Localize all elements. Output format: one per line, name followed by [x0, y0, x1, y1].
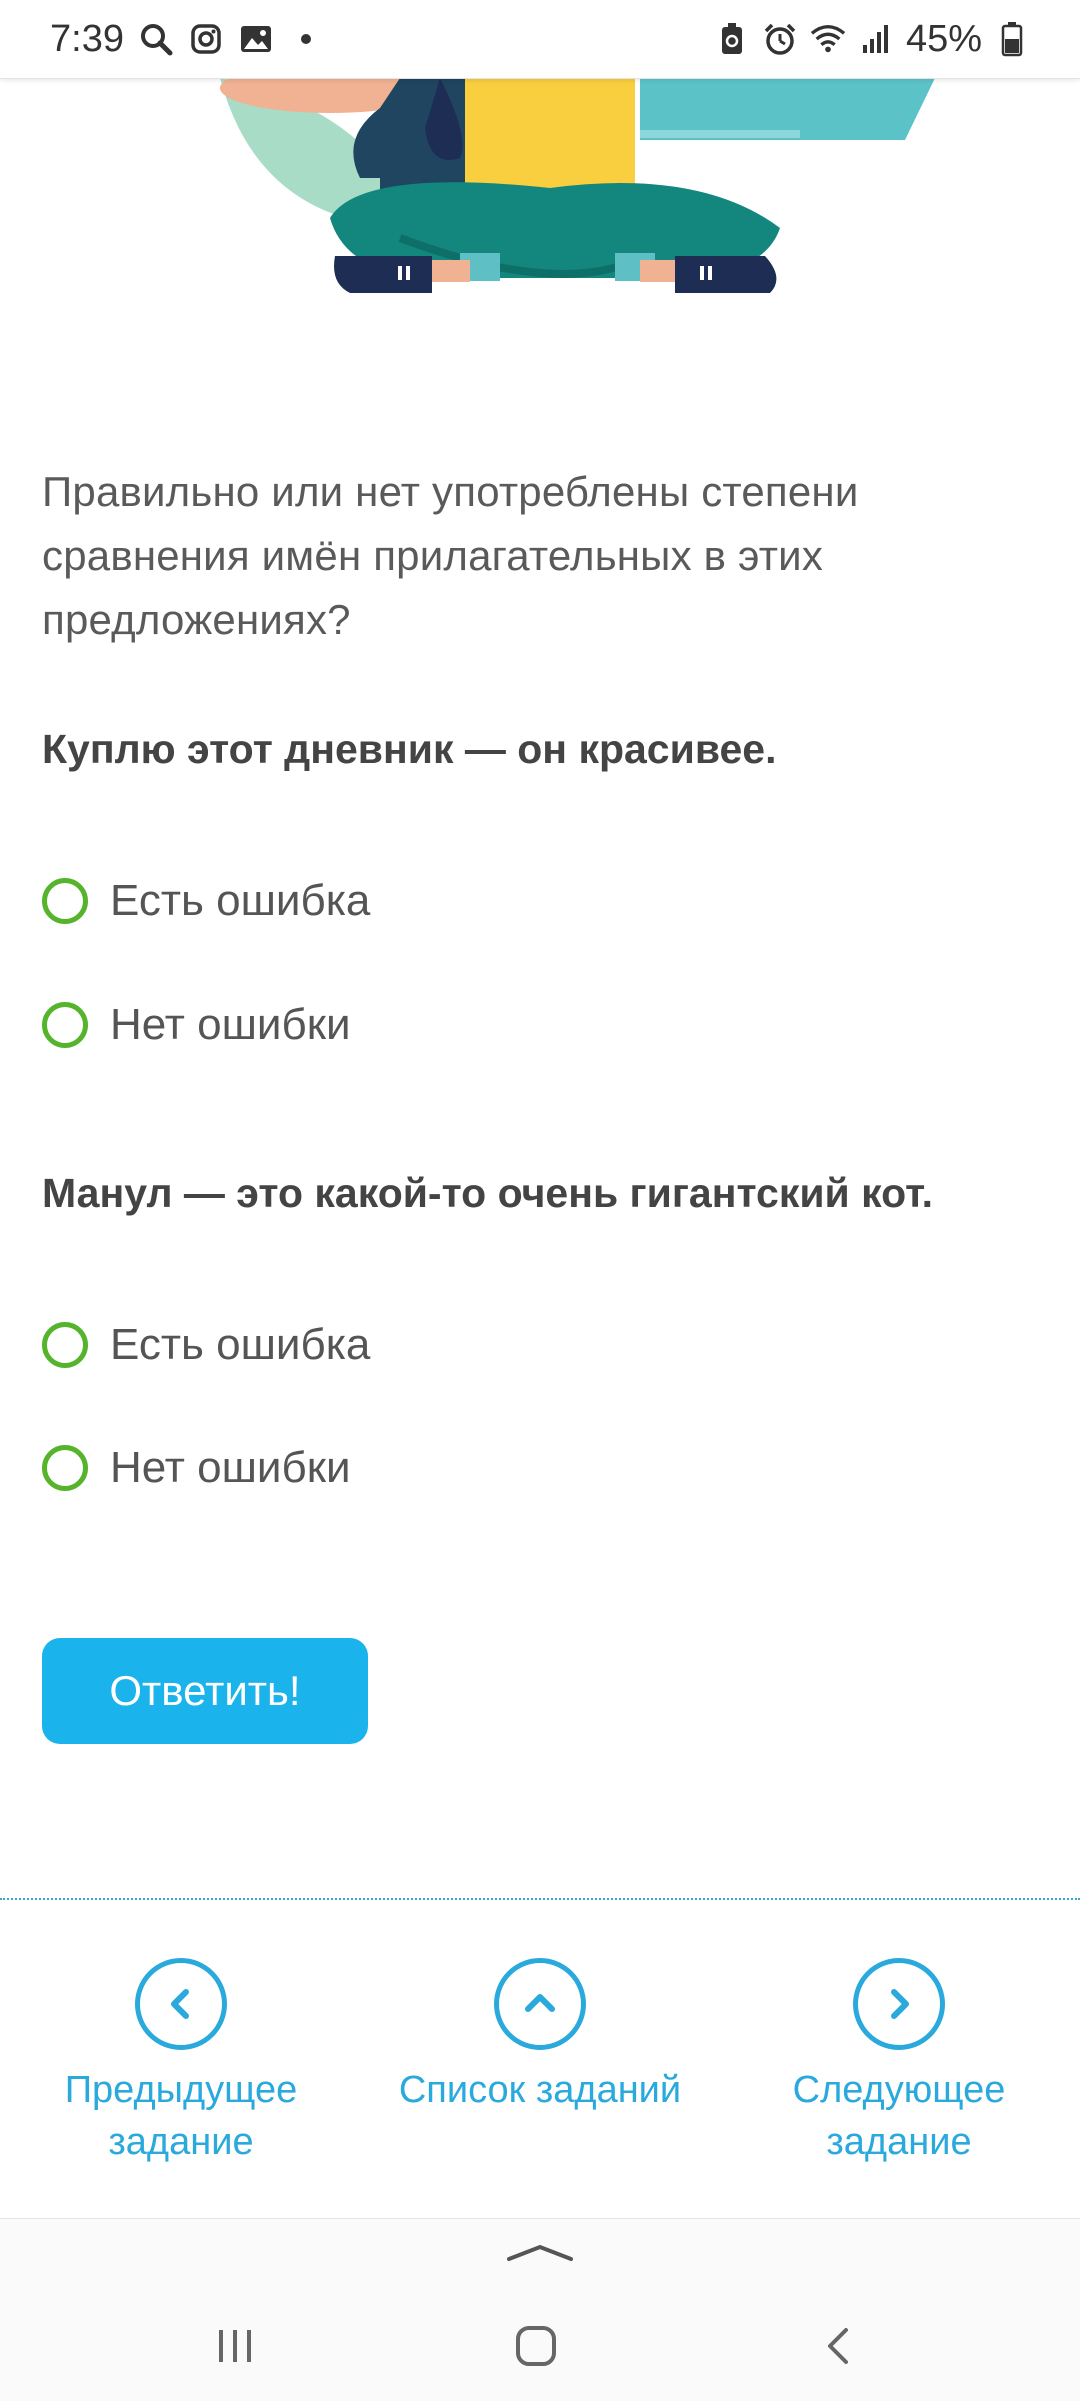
- radio-button[interactable]: [42, 1445, 88, 1491]
- sentence-1: Куплю этот дневник — он красивее.: [42, 726, 777, 772]
- signal-icon: [858, 21, 894, 57]
- gallery-icon: [238, 21, 274, 57]
- dot-icon: [288, 21, 324, 57]
- battery-icon: [994, 21, 1030, 57]
- option-label: Нет ошибки: [110, 1443, 351, 1492]
- answer-button[interactable]: Ответить!: [42, 1638, 368, 1744]
- prev-task-button[interactable]: Предыдущее задание: [31, 1958, 331, 2168]
- wifi-icon: [810, 21, 846, 57]
- status-bar-left: 7:39: [0, 18, 324, 61]
- chevron-up-icon[interactable]: [494, 1958, 586, 2050]
- instagram-icon: [188, 21, 224, 57]
- alarm-icon: [762, 21, 798, 57]
- recent-apps-icon[interactable]: [200, 2311, 270, 2381]
- next-task-button[interactable]: Следующее задание: [749, 1958, 1049, 2168]
- search-icon: [138, 21, 174, 57]
- item-1-option-no-error[interactable]: Нет ошибки: [42, 1000, 351, 1050]
- chevron-right-icon[interactable]: [853, 1958, 945, 2050]
- prev-task-label-line1: Предыдущее: [64, 2069, 298, 2111]
- status-bar: 7:39 45%: [0, 0, 1080, 79]
- option-label: Нет ошибки: [110, 1000, 351, 1049]
- header-illustration: [0, 78, 1080, 318]
- prev-task-label-line2: задание: [108, 2121, 254, 2163]
- item-2-option-no-error[interactable]: Нет ошибки: [42, 1443, 351, 1493]
- battery-saver-icon: [714, 21, 750, 57]
- back-icon[interactable]: [803, 2311, 873, 2381]
- sentence-2: Манул — это какой-то очень гигантский ко…: [42, 1170, 934, 1216]
- home-icon[interactable]: [501, 2311, 571, 2381]
- battery-percent: 45%: [905, 17, 982, 60]
- status-bar-right: 45%: [714, 18, 1080, 61]
- expand-handle-icon[interactable]: [505, 2241, 575, 2270]
- question-block: Правильно или нет употреблены степени ср…: [42, 460, 1042, 652]
- next-task-label-line2: задание: [826, 2121, 972, 2163]
- item-2-option-error[interactable]: Есть ошибка: [42, 1320, 370, 1370]
- divider: [0, 1898, 1080, 1900]
- radio-button[interactable]: [42, 1322, 88, 1368]
- prev-task-label: Предыдущее задание: [65, 2064, 298, 2168]
- system-nav-bar: [0, 2218, 1080, 2401]
- option-label: Есть ошибка: [110, 1320, 371, 1369]
- status-time: 7:39: [50, 17, 124, 60]
- radio-button[interactable]: [42, 1002, 88, 1048]
- question-text: Правильно или нет употреблены степени ср…: [42, 468, 859, 643]
- item-1-option-error[interactable]: Есть ошибка: [42, 876, 370, 926]
- radio-button[interactable]: [42, 878, 88, 924]
- chevron-left-icon[interactable]: [135, 1958, 227, 2050]
- task-list-button[interactable]: Список заданий: [390, 1958, 690, 2116]
- next-task-label: Следующее задание: [793, 2064, 1006, 2168]
- next-task-label-line1: Следующее: [792, 2069, 1006, 2111]
- option-label: Есть ошибка: [110, 876, 371, 925]
- task-list-label: Список заданий: [398, 2069, 682, 2111]
